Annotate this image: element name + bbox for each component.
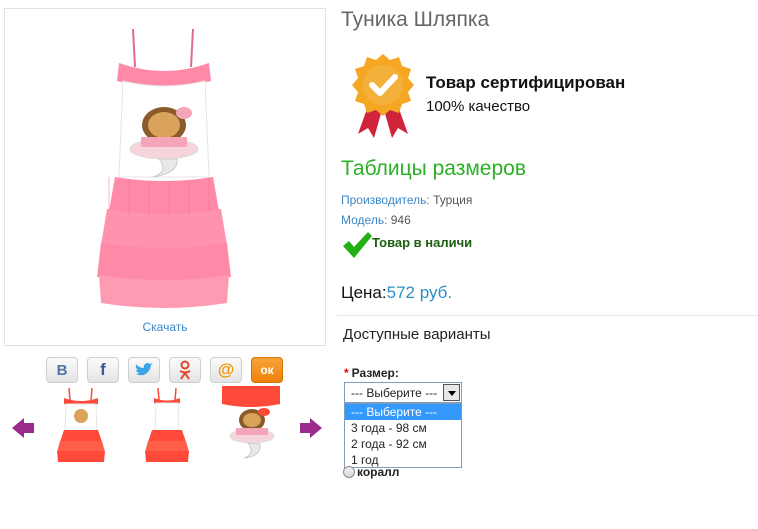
- certificate-title: Товар сертифицирован: [426, 73, 626, 92]
- manufacturer-label[interactable]: Производитель:: [341, 193, 430, 207]
- size-option[interactable]: --- Выберите ---: [345, 404, 461, 420]
- chevron-down-icon[interactable]: [443, 384, 460, 401]
- thumbnail-1[interactable]: [52, 386, 110, 464]
- thumbnail-carousel: [10, 386, 330, 466]
- dress-image: [97, 28, 231, 308]
- options-title: Доступные варианты: [343, 326, 491, 343]
- color-option[interactable]: коралл: [343, 465, 399, 479]
- mail-ru-share-button[interactable]: @: [210, 357, 242, 383]
- odnoklassniki-icon: [179, 360, 191, 380]
- thumbnail-3[interactable]: [222, 386, 280, 464]
- download-link[interactable]: Скачать: [5, 320, 325, 334]
- model-line: Модель: 946: [341, 213, 411, 227]
- price-value: 572 руб.: [386, 283, 453, 302]
- certificate-badge-icon: [352, 54, 414, 138]
- size-select-value: --- Выберите ---: [351, 386, 438, 400]
- main-product-image[interactable]: Скачать: [4, 8, 326, 346]
- options-divider: [337, 315, 758, 316]
- model-label: Модель:: [341, 213, 388, 227]
- facebook-icon: f: [100, 360, 106, 379]
- odnoklassniki-share-button[interactable]: [169, 357, 201, 383]
- size-label-text: Размер:: [351, 366, 399, 380]
- stock-status: Товар в наличи: [341, 231, 472, 261]
- product-title: Туника Шляпка: [341, 8, 490, 31]
- vkontakte-share-button[interactable]: В: [46, 357, 78, 383]
- thumbnail-2[interactable]: [138, 386, 196, 464]
- arrow-right-icon[interactable]: [298, 416, 324, 440]
- color-radio-button[interactable]: [343, 466, 355, 478]
- ok-share-button[interactable]: ок: [251, 357, 283, 383]
- ok-icon: ок: [260, 363, 274, 377]
- certificate-subtitle: 100% качество: [426, 98, 531, 115]
- model-value: 946: [390, 213, 411, 227]
- size-option[interactable]: 2 года - 92 см: [345, 436, 461, 452]
- mail-ru-icon: @: [217, 360, 235, 379]
- size-option[interactable]: 3 года - 98 см: [345, 420, 461, 436]
- color-option-label: коралл: [357, 465, 400, 479]
- checkmark-icon: [343, 232, 372, 258]
- share-bar: В f @ ок: [46, 357, 283, 385]
- price-label: Цена:: [341, 283, 387, 302]
- manufacturer-line: Производитель: Турция: [341, 193, 472, 207]
- size-label: * Размер:: [344, 366, 399, 380]
- facebook-share-button[interactable]: f: [87, 357, 119, 383]
- twitter-icon: [135, 363, 153, 376]
- stock-status-text: Товар в наличи: [372, 235, 473, 250]
- size-select[interactable]: --- Выберите ---: [344, 382, 462, 403]
- required-mark: *: [344, 366, 349, 380]
- price: Цена:572 руб.: [341, 283, 452, 303]
- vkontakte-icon: В: [56, 361, 68, 379]
- size-dropdown-list: --- Выберите --- 3 года - 98 см 2 года -…: [344, 403, 462, 468]
- arrow-left-icon[interactable]: [10, 416, 36, 440]
- size-table-link[interactable]: Таблицы размеров: [341, 157, 526, 181]
- manufacturer-value: Турция: [433, 193, 473, 207]
- twitter-share-button[interactable]: [128, 357, 160, 383]
